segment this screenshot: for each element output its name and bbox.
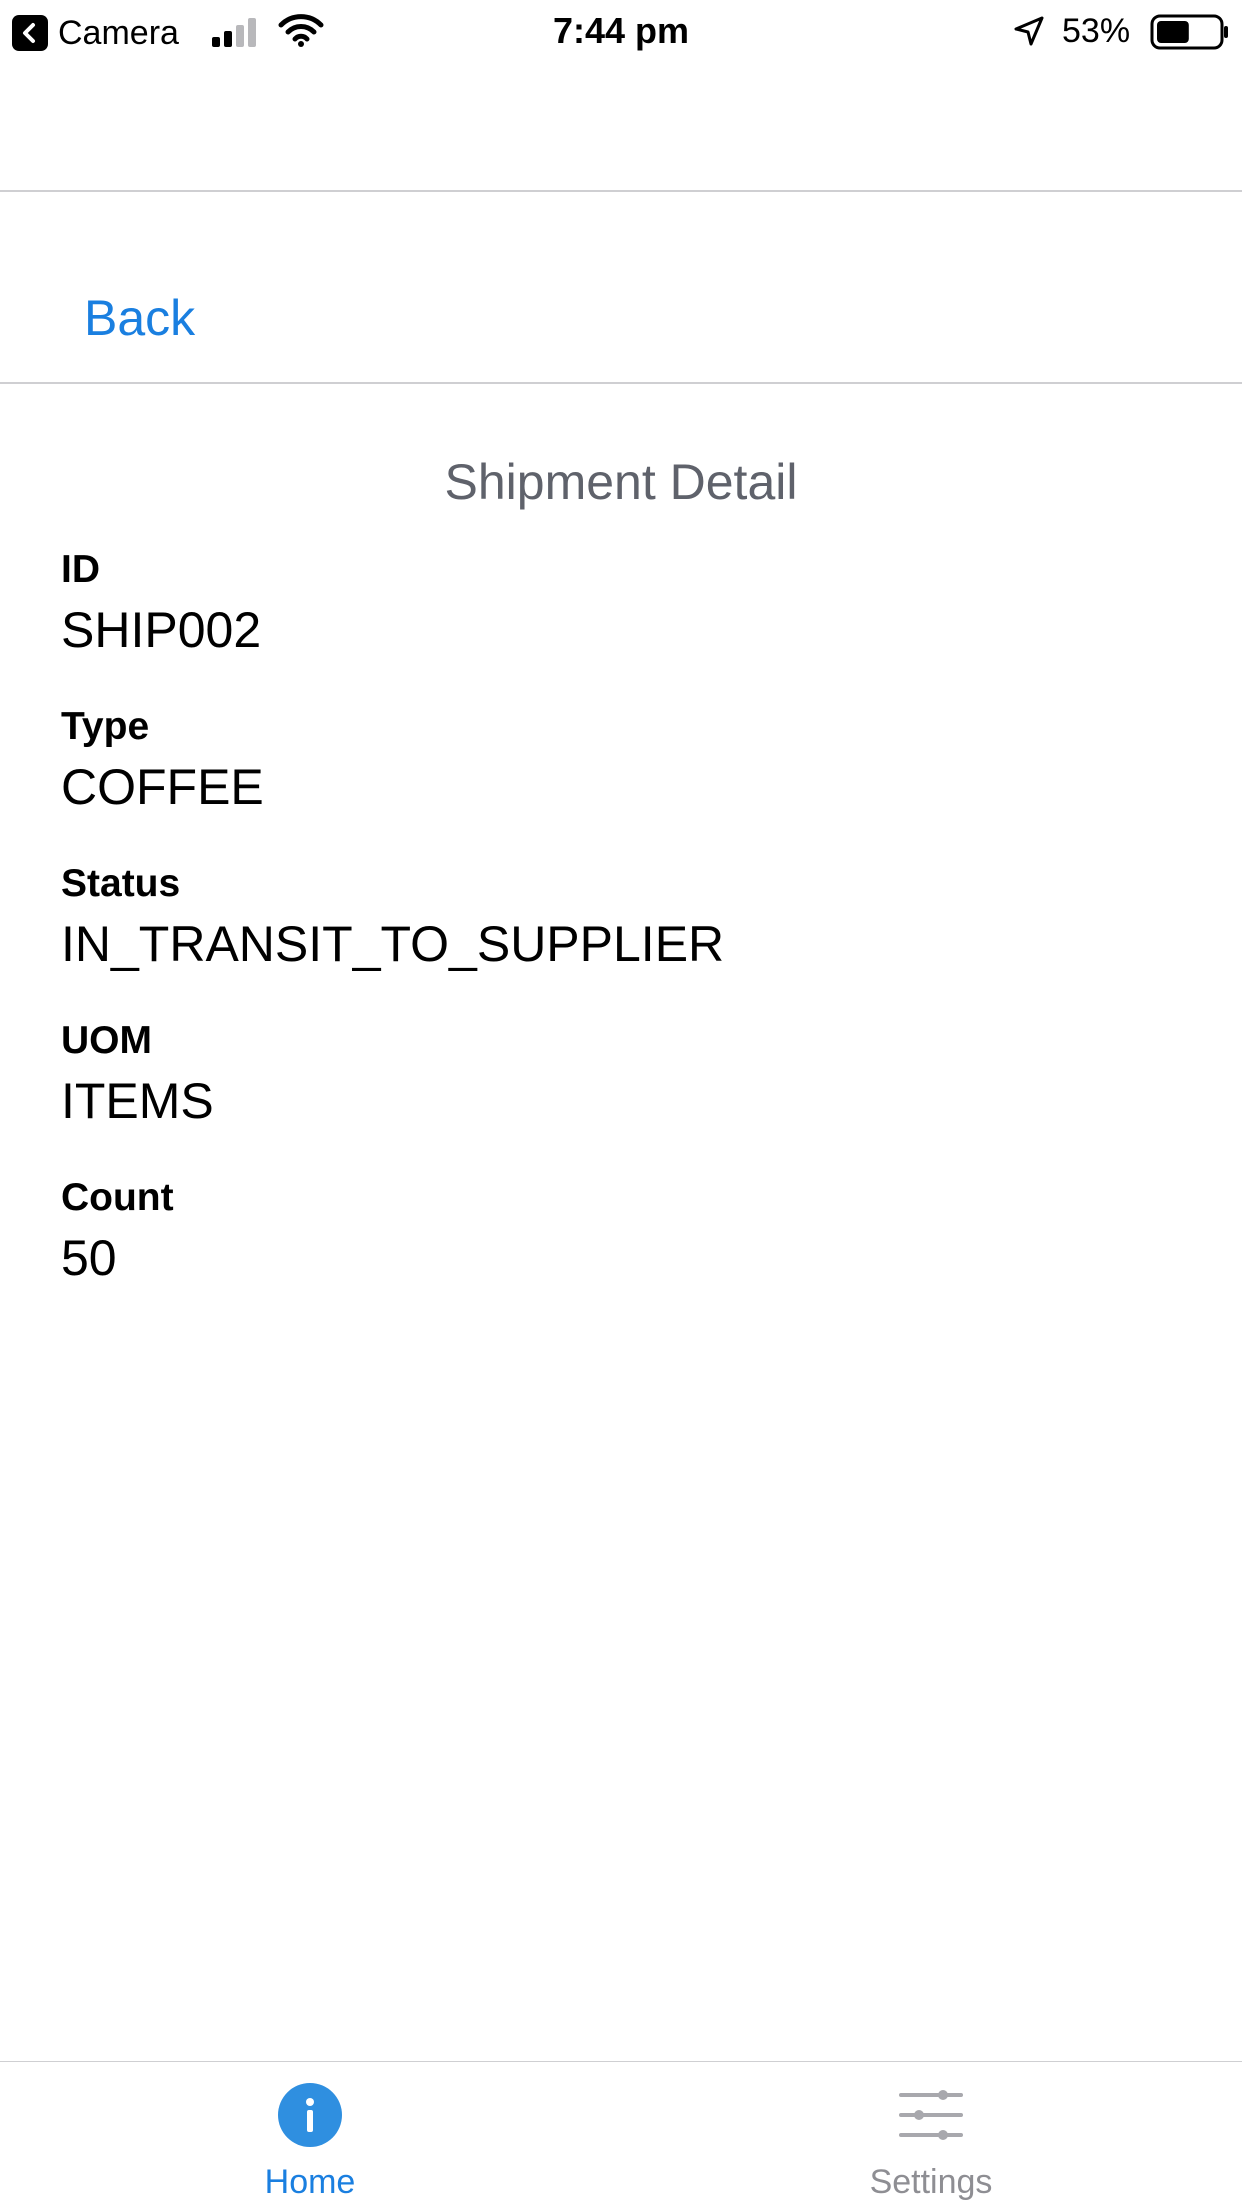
field-label: Count <box>61 1176 174 1219</box>
tab-home-label: Home <box>264 2163 356 2201</box>
field-value: COFFEE <box>61 759 264 815</box>
back-button[interactable]: Back <box>84 288 195 348</box>
field-value: SHIP002 <box>61 602 262 658</box>
tab-settings-label: Settings <box>869 2163 993 2201</box>
battery-icon <box>1150 14 1228 50</box>
tab-settings[interactable]: Settings <box>781 2082 1081 2202</box>
field-value: IN_TRANSIT_TO_SUPPLIER <box>61 916 725 972</box>
field-status: Status IN_TRANSIT_TO_SUPPLIER <box>61 862 724 974</box>
tab-home[interactable]: Home <box>160 2082 460 2202</box>
field-count: Count 50 <box>61 1176 174 1288</box>
sliders-icon <box>899 2090 963 2140</box>
field-label: Status <box>61 862 181 905</box>
field-value: 50 <box>61 1230 117 1286</box>
field-value: ITEMS <box>61 1073 214 1129</box>
info-icon <box>278 2083 342 2147</box>
field-id: ID SHIP002 <box>61 548 261 660</box>
field-label: Type <box>61 705 150 748</box>
field-type: Type COFFEE <box>61 705 264 817</box>
field-label: ID <box>61 548 100 591</box>
status-time: 7:44 pm <box>552 10 690 51</box>
battery-percent: 53% <box>1062 12 1131 50</box>
page-title: Shipment Detail <box>444 454 798 510</box>
tab-bar: Home Settings <box>0 2062 1242 2208</box>
field-uom: UOM ITEMS <box>61 1019 214 1131</box>
field-label: UOM <box>61 1019 152 1062</box>
location-arrow-icon <box>1014 16 1044 46</box>
app-screen: Camera 7:44 pm 53% Back Shipment Detail … <box>0 0 1242 2208</box>
header-divider <box>0 190 1242 192</box>
nav-divider <box>0 382 1242 384</box>
status-bar: Camera 7:44 pm 53% <box>0 0 1242 62</box>
